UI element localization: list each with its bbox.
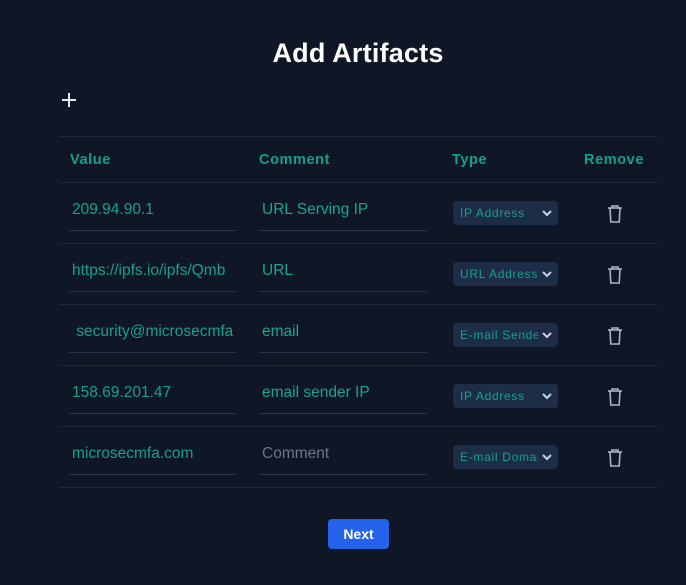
table-header: Value Comment Type Remove [59,137,658,182]
remove-row-button[interactable] [604,325,626,347]
add-artifact-button[interactable] [59,90,79,110]
chevron-down-icon [542,271,552,278]
column-header-comment: Comment [259,152,331,168]
trash-icon [608,388,622,406]
column-header-value: Value [70,152,111,168]
table-divider [59,487,658,488]
add-artifacts-page: Add Artifacts Value Comment Type Remove … [0,0,686,585]
type-select-value: IP Address [460,206,525,220]
trash-icon [608,449,622,467]
table-row: E-mail Domain [59,427,658,487]
table-row: IP Address [59,366,658,426]
type-select[interactable]: E-mail Domain [453,445,558,469]
comment-input[interactable] [259,433,427,475]
value-input[interactable] [69,372,236,414]
artifacts-table: Value Comment Type Remove IP Address [59,136,658,488]
value-input[interactable] [69,433,236,475]
remove-row-button[interactable] [604,447,626,469]
column-header-remove: Remove [584,152,645,168]
plus-icon [62,93,76,107]
trash-icon [608,266,622,284]
value-input[interactable] [69,189,236,231]
table-row: IP Address [59,183,658,243]
value-input[interactable] [69,250,236,292]
page-title: Add Artifacts [272,38,444,68]
chevron-down-icon [542,210,552,217]
comment-input[interactable] [259,372,427,414]
type-select[interactable]: E-mail Sender [453,323,558,347]
type-select-value: URL Address [460,267,538,281]
type-select-value: E-mail Sender [460,328,538,342]
table-row: E-mail Sender [59,305,658,365]
column-header-type: Type [452,152,488,168]
remove-row-button[interactable] [604,386,626,408]
type-select-value: IP Address [460,389,525,403]
chevron-down-icon [542,454,552,461]
comment-input[interactable] [259,250,427,292]
value-input[interactable] [69,311,236,353]
chevron-down-icon [542,393,552,400]
type-select[interactable]: IP Address [453,201,558,225]
remove-row-button[interactable] [604,203,626,225]
type-select-value: E-mail Domain [460,450,538,464]
trash-icon [608,205,622,223]
comment-input[interactable] [259,311,427,353]
type-select[interactable]: IP Address [453,384,558,408]
comment-input[interactable] [259,189,427,231]
next-button[interactable]: Next [328,519,389,549]
remove-row-button[interactable] [604,264,626,286]
table-row: URL Address [59,244,658,304]
chevron-down-icon [542,332,552,339]
type-select[interactable]: URL Address [453,262,558,286]
trash-icon [608,327,622,345]
